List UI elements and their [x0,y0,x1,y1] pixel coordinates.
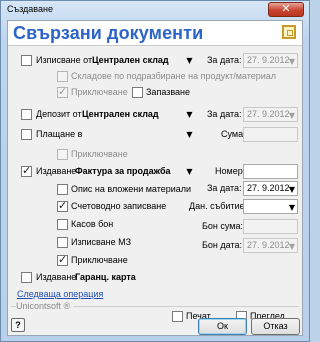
company-label: Unicontsoft ® [16,301,74,311]
cash-receipt-label: Касов бон [71,219,114,229]
deposit-dropdown-icon[interactable]: ▼ [185,110,194,119]
date-dropdown-icon: ▼ [288,111,295,120]
tax-event-dropdown-icon: ▼ [288,203,295,212]
payment-checkbox[interactable] [21,129,32,140]
close-button[interactable]: ✕ [268,2,304,17]
tax-event-field[interactable]: ▼ [243,199,298,214]
receipt-date-label: Бон дата: [202,240,242,250]
dialog-window: Създаване ✕ Свързани документи Изписване… [0,0,310,342]
issue-from-dropdown-icon[interactable]: ▼ [185,56,194,65]
deposit-date-field[interactable]: 27. 9.2012 ▼ [243,107,298,122]
issue-from-warehouse[interactable]: Централен склад [92,55,169,65]
date-dropdown-icon: ▼ [288,57,295,66]
stock-writeoff-label: Изписване МЗ [71,237,132,247]
payment-completion-label: Приключване [71,149,128,159]
date-dropdown-icon: ▼ [288,185,295,194]
issue-reserve-label: Запазване [146,87,191,97]
issue-from-date-value: 27. 9.2012 [247,55,290,65]
issue-from-label: Изписване от [36,55,93,65]
warranty-card-value: Гаранц. карта [75,272,136,282]
issuance-completion-label: Приключване [71,255,128,265]
title-bar: Създаване [1,1,309,19]
issue-from-checkbox[interactable] [21,55,32,66]
deposit-checkbox[interactable] [21,109,32,120]
materials-list-checkbox[interactable] [57,184,68,195]
issue-from-date-field[interactable]: 27. 9.2012 ▼ [243,53,298,68]
tax-event-label: Дан. събитие: [189,201,248,211]
close-icon: ✕ [281,3,291,15]
ok-button[interactable]: Ок [198,318,247,335]
issue-from-date-label: За дата: [207,55,242,65]
window-title: Създаване [7,4,53,14]
related-documents-icon [282,25,296,39]
issuance-number-field[interactable] [243,164,298,179]
warranty-card-label: Издаване [36,272,77,282]
deposit-warehouse[interactable]: Централен склад [82,109,159,119]
help-button[interactable]: ? [11,318,25,332]
issuance-document-type[interactable]: Фактура за продажба [75,166,171,176]
cash-receipt-checkbox[interactable] [57,219,68,230]
deposit-date-value: 27. 9.2012 [247,109,290,119]
receipt-date-field[interactable]: 27. 9.2012 ▼ [243,238,298,253]
issuance-completion-checkbox[interactable] [57,253,68,266]
accounting-entry-label: Счетоводно записване [71,201,167,211]
cancel-button[interactable]: Отказ [251,318,300,335]
issuance-date-label: За дата: [207,183,242,193]
default-stock-label: Складове по подразбиране на продукт/мате… [71,71,277,81]
issuance-label: Издаване [36,166,77,176]
header-title: Свързани документи [13,23,204,43]
materials-list-label: Опис на вложени материали [71,184,192,194]
payment-amount-label: Сума: [221,129,246,139]
stock-writeoff-checkbox[interactable] [57,237,68,248]
issue-reserve-checkbox[interactable] [132,87,143,98]
accounting-entry-checkbox[interactable] [57,199,68,212]
issuance-checkbox[interactable] [21,164,32,177]
warranty-card-checkbox[interactable] [21,272,32,283]
receipt-amount-label: Бон сума: [202,221,243,231]
print-checkbox[interactable] [172,311,183,322]
help-icon: ? [15,320,21,330]
payment-amount-field[interactable] [243,127,298,142]
payment-label: Плащане в [36,129,83,139]
dialog-header: Свързани документи [8,21,302,46]
receipt-amount-field[interactable] [243,219,298,234]
issuance-number-label: Номер: [215,166,246,176]
issuance-date-value: 27. 9.2012 [247,183,290,193]
deposit-date-label: За дата: [207,109,242,119]
receipt-date-value: 27. 9.2012 [247,240,290,250]
payment-dropdown-icon[interactable]: ▼ [185,130,194,139]
issuance-dropdown-icon[interactable]: ▼ [185,167,194,176]
deposit-label: Депозит от [36,109,82,119]
issuance-date-field[interactable]: 27. 9.2012 ▼ [243,181,298,196]
issue-completion-label: Приключване [71,87,128,97]
payment-completion-checkbox[interactable] [57,149,68,160]
default-stock-checkbox[interactable] [57,71,68,82]
next-operation-link[interactable]: Следваща операция [17,289,103,299]
dialog-body: Свързани документи Изписване от Централе… [7,20,303,336]
date-dropdown-icon: ▼ [288,242,295,251]
issue-completion-checkbox[interactable] [57,85,68,98]
